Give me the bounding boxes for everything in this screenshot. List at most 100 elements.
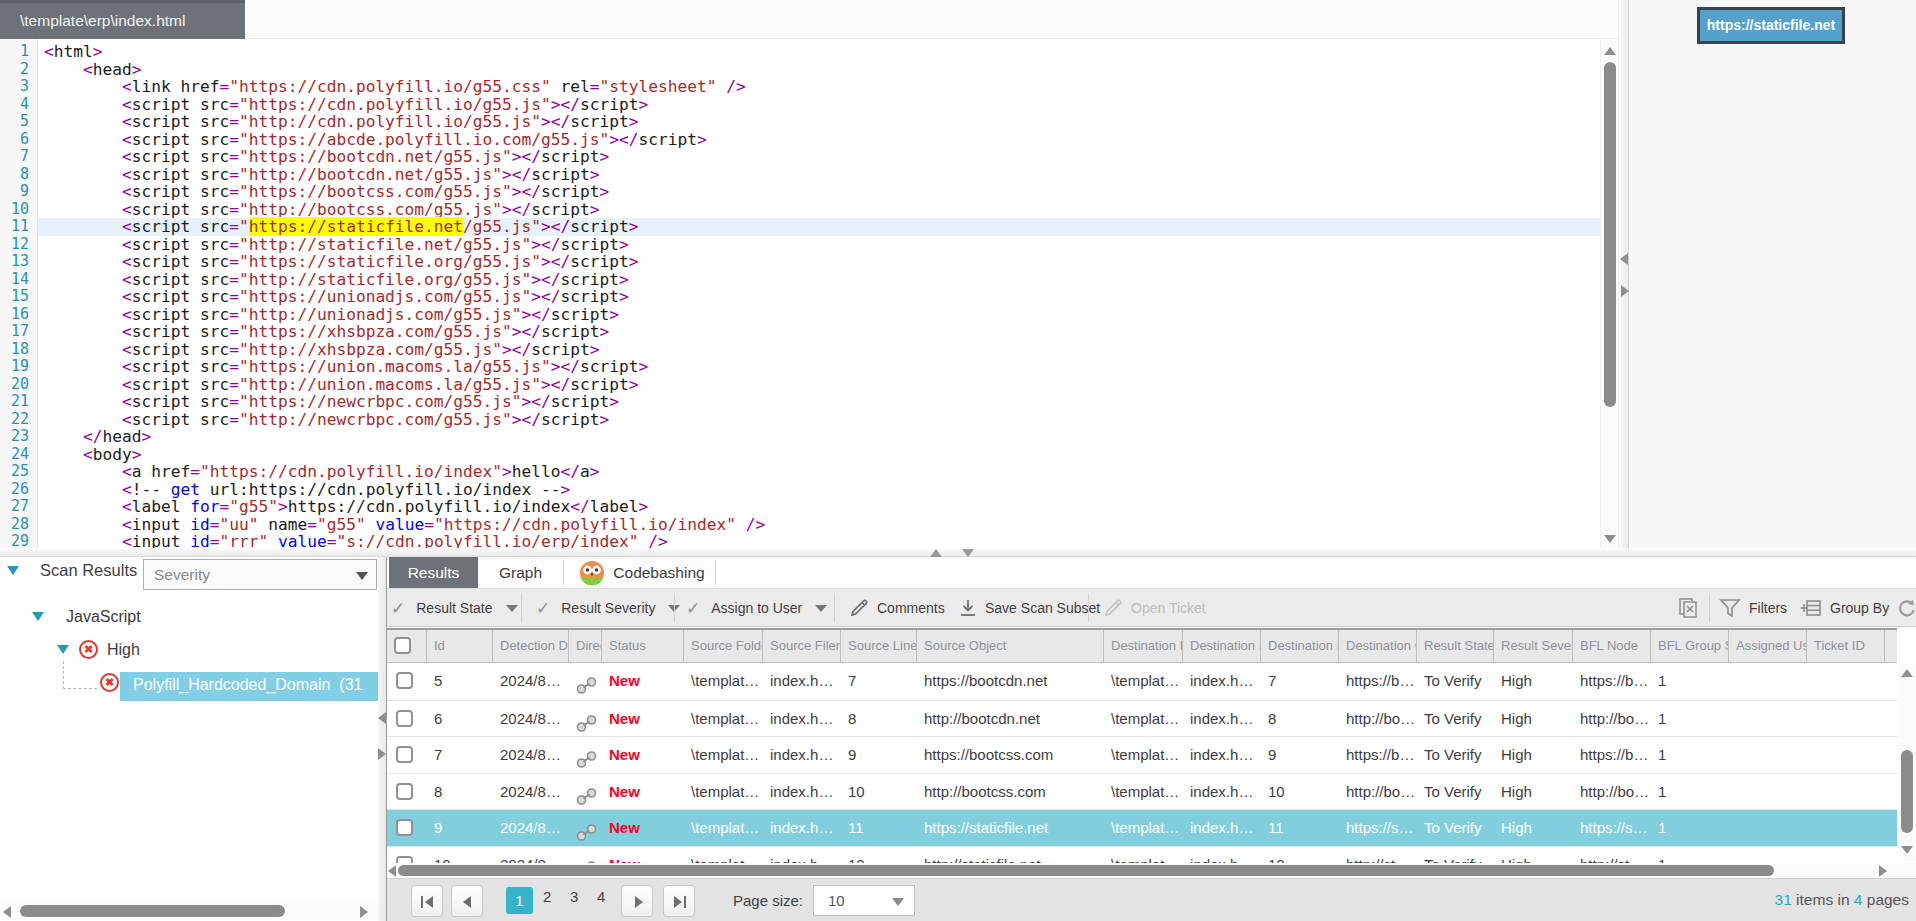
collapse-tree-icon[interactable] <box>378 712 386 724</box>
code-line-11: <script src="https://staticfile.net/g55.… <box>0 218 1600 236</box>
tree-scrollbar-thumb[interactable] <box>20 905 285 917</box>
tab-graph[interactable]: Graph <box>478 557 563 588</box>
column-header-Id[interactable]: Id <box>427 630 493 662</box>
table-hscrollbar-thumb[interactable] <box>398 865 1774 876</box>
tree-node-high[interactable]: High <box>107 641 140 661</box>
column-header-checkbox[interactable] <box>387 630 427 662</box>
row-checkbox[interactable] <box>396 672 413 689</box>
scroll-down-icon[interactable] <box>1604 535 1616 543</box>
scroll-left-icon[interactable] <box>3 906 11 918</box>
results-table-header[interactable]: IdDetection DateDirectionStatusSource Fo… <box>387 628 1897 663</box>
scroll-left-icon[interactable] <box>388 865 396 877</box>
prev-page-button[interactable] <box>451 885 483 917</box>
horizontal-splitter[interactable] <box>0 548 1916 557</box>
code-line-1: <html> <box>0 43 1600 61</box>
result-row-9[interactable]: 92024/8/29New\template\erpindex.html11ht… <box>387 809 1897 846</box>
tab-results[interactable]: Results <box>389 557 478 588</box>
check-icon: ✓ <box>391 599 405 618</box>
column-header-Destination Object[interactable]: Destination Object <box>1339 630 1417 662</box>
column-header-Destination Line[interactable]: Destination Line <box>1261 630 1339 662</box>
column-header-Destination Filename[interactable]: Destination Filename <box>1183 630 1261 662</box>
column-header-Source Folder[interactable]: Source Folder <box>684 630 763 662</box>
collapse-down-icon[interactable] <box>962 549 974 557</box>
tree-node-javascript[interactable]: JavaScript <box>66 608 141 628</box>
results-panel: ResultsGraphCodebashing ✓Result State✓Re… <box>386 557 1916 921</box>
tab-codebashing[interactable]: Codebashing <box>569 557 715 588</box>
table-vertical-scrollbar[interactable] <box>1897 664 1916 861</box>
page-size-dropdown[interactable]: 10 <box>813 885 915 916</box>
scroll-right-icon[interactable] <box>1879 865 1887 877</box>
scroll-right-icon[interactable] <box>360 906 368 918</box>
vertical-splitter[interactable] <box>1618 0 1629 557</box>
result-row-8[interactable]: 82024/8/29New\template\erpindex.html10ht… <box>387 773 1897 810</box>
toolbar-comments[interactable]: Comments <box>849 589 945 626</box>
code-editor[interactable]: <html> <head> <link href="https://cdn.po… <box>0 39 1600 548</box>
page-button-2[interactable]: 2 <box>543 888 551 905</box>
column-header-Status[interactable]: Status <box>602 630 684 662</box>
line-number: 10 <box>0 201 37 219</box>
page-button-4[interactable]: 4 <box>597 888 605 905</box>
scan-results-collapse-icon[interactable] <box>7 566 19 575</box>
page-button-3[interactable]: 3 <box>570 888 578 905</box>
toolbar-filters[interactable]: Filters <box>1719 589 1787 626</box>
toolbar-save-scan-subset[interactable]: Save Scan Subset <box>959 589 1100 626</box>
expand-up-icon[interactable] <box>930 549 942 557</box>
editor-scrollbar-thumb[interactable] <box>1604 62 1616 407</box>
tree-horizontal-scrollbar[interactable] <box>0 903 378 920</box>
column-header-Source Line[interactable]: Source Line <box>841 630 917 662</box>
last-page-button[interactable] <box>663 885 695 917</box>
toolbar-group-by[interactable]: Group By <box>1800 589 1889 626</box>
file-tab[interactable]: \template\erp\index.html <box>0 0 245 39</box>
table-horizontal-scrollbar[interactable] <box>387 863 1916 878</box>
column-header-Direction[interactable]: Direction <box>569 630 602 662</box>
row-checkbox[interactable] <box>396 856 413 863</box>
tree-results-splitter[interactable] <box>378 557 386 921</box>
row-checkbox[interactable] <box>396 819 413 836</box>
severity-dropdown[interactable]: Severity <box>143 559 377 590</box>
results-tabs: ResultsGraphCodebashing <box>387 557 1916 588</box>
collapse-left-icon[interactable] <box>1620 253 1628 265</box>
table-scrollbar-thumb[interactable] <box>1901 750 1913 833</box>
column-header-Ticket ID[interactable]: Ticket ID <box>1807 630 1885 662</box>
toolbar-export[interactable] <box>1677 589 1708 626</box>
column-header-Source Filename[interactable]: Source Filename <box>763 630 841 662</box>
first-page-button[interactable] <box>411 885 443 917</box>
toolbar-refresh[interactable] <box>1896 589 1916 626</box>
column-header-BFL Group Size[interactable]: BFL Group Size <box>1651 630 1729 662</box>
column-header-Assigned User[interactable]: Assigned User <box>1729 630 1807 662</box>
toolbar-assign-to-user[interactable]: ✓Assign to User <box>686 589 827 626</box>
toolbar-result-state[interactable]: ✓Result State <box>391 589 518 626</box>
row-checkbox[interactable] <box>396 746 413 763</box>
attack-vector-badge[interactable]: https://staticfile.net <box>1697 7 1845 44</box>
column-header-Destination Folder[interactable]: Destination Folder <box>1104 630 1183 662</box>
export-icon <box>1677 597 1700 619</box>
column-header-Result State[interactable]: Result State <box>1417 630 1494 662</box>
column-header-BFL Node[interactable]: BFL Node <box>1573 630 1651 662</box>
result-row-7[interactable]: 72024/8/29New\template\erpindex.html9htt… <box>387 736 1897 773</box>
result-row-5[interactable]: 52024/8/29New\template\erpindex.html7htt… <box>387 663 1897 700</box>
expand-tree-icon[interactable] <box>378 748 386 760</box>
line-number: 16 <box>0 306 37 324</box>
code-line-17: <script src="https://xhsbpza.com/g55.js"… <box>0 323 1600 341</box>
toolbar-result-severity[interactable]: ✓Result Severity <box>536 589 680 626</box>
collapse-right-icon[interactable] <box>1621 285 1629 297</box>
page-button-active[interactable]: 1 <box>506 887 533 914</box>
row-checkbox[interactable] <box>396 783 413 800</box>
pencil-icon <box>1103 598 1123 618</box>
scroll-up-icon[interactable] <box>1901 669 1913 677</box>
refresh-icon <box>1896 598 1916 619</box>
next-page-button[interactable] <box>621 885 653 917</box>
column-header-Result Severity[interactable]: Result Severity <box>1494 630 1573 662</box>
tree-expand-icon[interactable] <box>57 645 69 654</box>
scroll-up-icon[interactable] <box>1604 47 1616 55</box>
column-header-Source Object[interactable]: Source Object <box>917 630 1104 662</box>
row-checkbox[interactable] <box>396 710 413 727</box>
result-row-10[interactable]: 102024/8/29New\template\erpindex.html12h… <box>387 846 1897 863</box>
tree-node-polyfill[interactable]: Polyfill_Hardcoded_Domain (31 <box>133 676 362 694</box>
scroll-down-icon[interactable] <box>1901 846 1913 854</box>
column-header-Detection Date[interactable]: Detection Date <box>493 630 569 662</box>
tree-expand-icon[interactable] <box>32 612 44 621</box>
result-row-6[interactable]: 62024/8/29New\template\erpindex.html8htt… <box>387 700 1897 737</box>
editor-vertical-scrollbar[interactable] <box>1600 39 1618 548</box>
select-all-checkbox[interactable] <box>394 637 411 654</box>
